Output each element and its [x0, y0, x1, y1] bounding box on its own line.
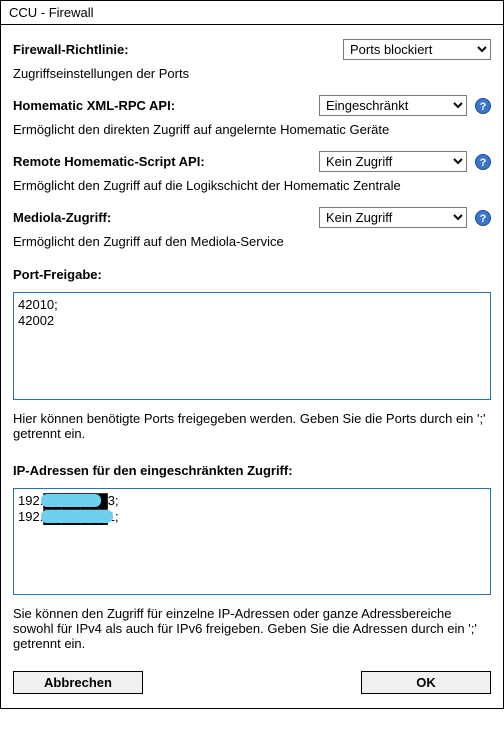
svg-text:?: ?	[480, 213, 487, 225]
ips-label: IP-Adressen für den eingeschränkten Zugr…	[13, 463, 491, 478]
xmlrpc-label: Homematic XML-RPC API:	[13, 98, 319, 113]
redaction	[41, 510, 113, 523]
cancel-button[interactable]: Abbrechen	[13, 671, 143, 694]
policy-label: Firewall-Richtlinie:	[13, 42, 343, 57]
ports-label: Port-Freigabe:	[13, 267, 491, 282]
scriptapi-desc: Ermöglicht den Zugriff auf die Logikschi…	[13, 178, 491, 193]
policy-select[interactable]: Ports blockiert	[343, 39, 491, 60]
mediola-desc: Ermöglicht den Zugriff auf den Mediola-S…	[13, 234, 491, 249]
policy-desc: Zugriffseinstellungen der Ports	[13, 66, 491, 81]
scriptapi-label: Remote Homematic-Script API:	[13, 154, 319, 169]
redaction	[41, 494, 101, 507]
ports-hint: Hier können benötigte Ports freigegeben …	[13, 411, 491, 441]
dialog-title: CCU - Firewall	[1, 1, 503, 25]
help-icon[interactable]: ?	[475, 210, 491, 226]
mediola-select[interactable]: Kein Zugriff	[319, 207, 467, 228]
help-icon[interactable]: ?	[475, 98, 491, 114]
mediola-label: Mediola-Zugriff:	[13, 210, 319, 225]
firewall-dialog: CCU - Firewall Firewall-Richtlinie: Port…	[0, 0, 504, 709]
dialog-content: Firewall-Richtlinie: Ports blockiert Zug…	[1, 25, 503, 708]
scriptapi-select[interactable]: Kein Zugriff	[319, 151, 467, 172]
ips-hint: Sie können den Zugriff für einzelne IP-A…	[13, 606, 491, 651]
svg-text:?: ?	[480, 157, 487, 169]
ports-textarea[interactable]	[13, 292, 491, 400]
xmlrpc-select[interactable]: Eingeschränkt	[319, 95, 467, 116]
svg-text:?: ?	[480, 101, 487, 113]
xmlrpc-desc: Ermöglicht den direkten Zugriff auf ange…	[13, 122, 491, 137]
ok-button[interactable]: OK	[361, 671, 491, 694]
help-icon[interactable]: ?	[475, 154, 491, 170]
